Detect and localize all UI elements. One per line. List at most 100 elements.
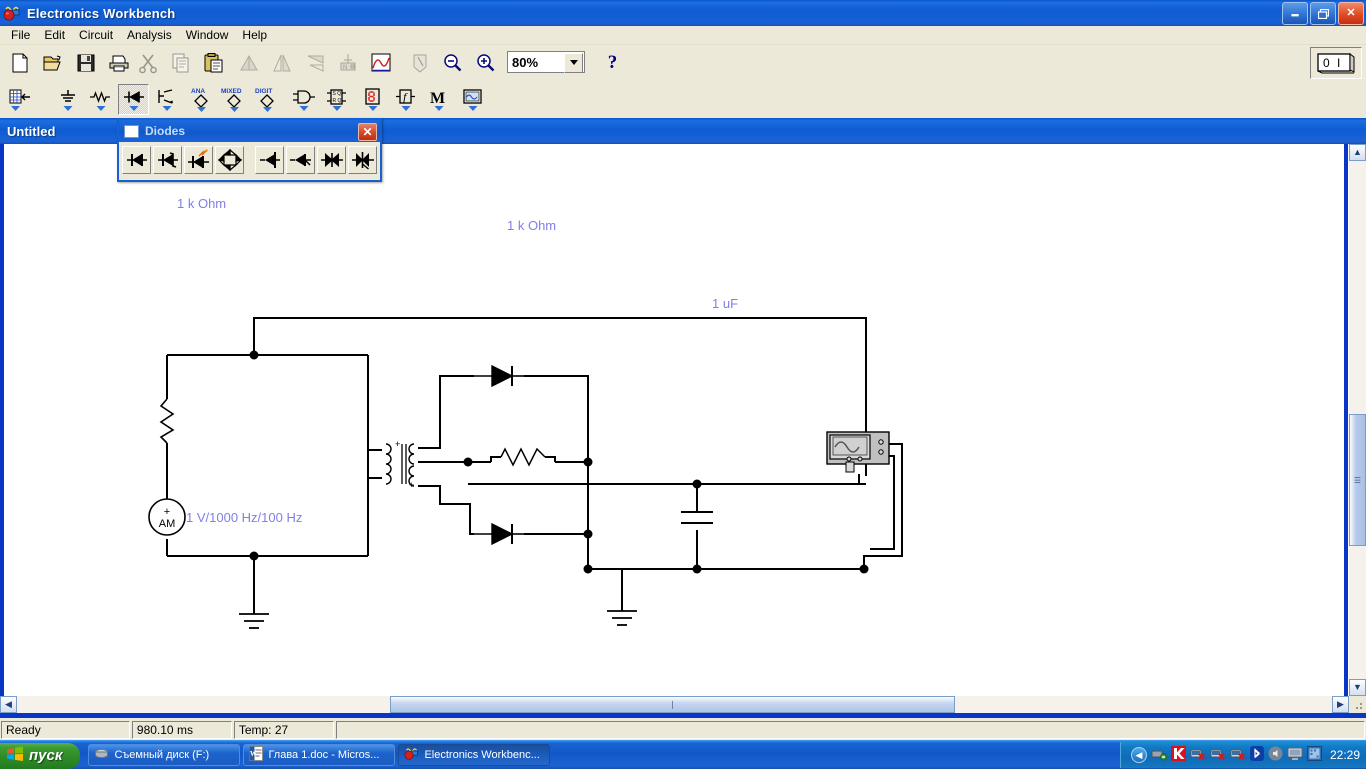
print-button[interactable]	[103, 47, 134, 78]
parts-bin-button[interactable]	[4, 84, 35, 115]
volume-icon[interactable]	[1268, 746, 1283, 764]
display-icon[interactable]	[1287, 747, 1303, 764]
diodes-palette-buttons	[119, 142, 380, 178]
minimize-button[interactable]: ━	[1282, 2, 1308, 25]
flip-vertical-button[interactable]	[299, 47, 330, 78]
svg-text:DIGIT: DIGIT	[255, 88, 272, 95]
am-source-plus: +	[164, 506, 170, 518]
menu-window[interactable]: Window	[179, 27, 236, 44]
show-hidden-icons-arrow[interactable]: ◀	[1131, 747, 1147, 763]
diodes-palette-title-bar[interactable]: Diodes ✕	[119, 120, 380, 142]
taskbar-item-removable-disk[interactable]: Съемный диск (F:)	[88, 744, 240, 766]
status-state: Ready	[1, 721, 130, 739]
window-title: Electronics Workbench	[27, 6, 175, 21]
taskbar-item-workbench[interactable]: Electronics Workbenc...	[398, 744, 550, 766]
help-button[interactable]: ?	[597, 47, 628, 78]
scroll-up-button[interactable]: ▲	[1349, 144, 1366, 161]
diodes-bin-button[interactable]	[118, 84, 149, 115]
indicators-bin-button[interactable]	[357, 84, 388, 115]
vertical-scroll-thumb[interactable]: ☰	[1349, 414, 1366, 546]
diodes-palette-window[interactable]: Diodes ✕	[117, 118, 382, 182]
save-file-button[interactable]	[70, 47, 101, 78]
scroll-left-button[interactable]: ◀	[0, 696, 17, 713]
zoom-in-button[interactable]	[470, 47, 501, 78]
shockley-diode-button[interactable]	[255, 146, 284, 174]
analysis-display-button[interactable]: 0 I	[1310, 47, 1362, 79]
zoom-level-value: 80%	[508, 55, 538, 70]
network-disconnected-1-icon[interactable]	[1190, 746, 1206, 764]
component-properties-button[interactable]	[405, 47, 436, 78]
triac-button[interactable]	[348, 146, 377, 174]
display-graphs-button[interactable]	[365, 47, 396, 78]
copy-button[interactable]	[165, 47, 196, 78]
horizontal-scroll-thumb[interactable]: ❘	[390, 696, 955, 713]
zener-diode-button[interactable]	[153, 146, 182, 174]
network-activity-icon[interactable]	[1307, 746, 1322, 764]
main-toolbar: N 80% ?	[0, 45, 1366, 83]
taskbar-item-word[interactable]: W Глава 1.doc - Micros...	[243, 744, 395, 766]
mixed-ics-bin-button[interactable]: MIXED	[218, 84, 249, 115]
chevron-down-icon[interactable]	[564, 53, 583, 73]
scr-button[interactable]	[286, 146, 315, 174]
zoom-out-button[interactable]	[437, 47, 468, 78]
digital-bin-button[interactable]: S Q R Q	[321, 84, 352, 115]
menu-file[interactable]: File	[4, 27, 37, 44]
open-file-button[interactable]	[37, 47, 68, 78]
workbench-logo-icon	[3, 4, 21, 22]
paste-button[interactable]	[198, 47, 229, 78]
zoom-level-combobox[interactable]: 80%	[507, 51, 585, 73]
resistor-r2-label: 1 k Ohm	[507, 218, 556, 233]
diac-button[interactable]	[317, 146, 346, 174]
network-disconnected-3-icon[interactable]	[1230, 746, 1246, 764]
miscellaneous-bin-button[interactable]: M	[423, 84, 454, 115]
full-wave-bridge-button[interactable]	[215, 146, 244, 174]
status-bar: Ready 980.10 ms Temp: 27	[0, 718, 1366, 740]
menu-edit[interactable]: Edit	[37, 27, 72, 44]
chevron-up-icon: ▲	[1353, 148, 1362, 157]
analog-ics-bin-button[interactable]: ANA	[185, 84, 216, 115]
scroll-down-button[interactable]: ▼	[1349, 679, 1366, 696]
document-title: Untitled	[7, 124, 55, 139]
create-subcircuit-button[interactable]: N	[332, 47, 363, 78]
taskbar-item-label: Съемный диск (F:)	[114, 749, 209, 761]
resize-grip[interactable]	[1349, 696, 1366, 713]
schematic-canvas[interactable]: 1 k Ohm + AM 1 V/1000 Hz/100 Hz	[4, 144, 1344, 696]
maximize-button[interactable]	[1310, 2, 1336, 25]
instruments-bin-button[interactable]	[457, 84, 488, 115]
logic-gates-bin-button[interactable]	[288, 84, 319, 115]
sources-bin-button[interactable]	[52, 84, 83, 115]
taskbar-clock[interactable]: 22:29	[1330, 748, 1360, 762]
start-button[interactable]: пуск	[0, 743, 80, 769]
workbench-logo-icon	[404, 746, 419, 764]
led-button[interactable]	[184, 146, 213, 174]
menu-circuit[interactable]: Circuit	[72, 27, 120, 44]
canvas-vertical-scrollbar[interactable]: ▲ ☰ ▼	[1348, 144, 1366, 696]
menu-analysis[interactable]: Analysis	[120, 27, 179, 44]
transistors-bin-button[interactable]	[151, 84, 182, 115]
menu-help[interactable]: Help	[235, 27, 274, 44]
new-file-button[interactable]	[4, 47, 35, 78]
network-disconnected-2-icon[interactable]	[1210, 746, 1226, 764]
grip-lines-icon: ❘	[669, 700, 676, 709]
safely-remove-hardware-icon[interactable]	[1151, 746, 1167, 764]
am-source-label: 1 V/1000 Hz/100 Hz	[186, 510, 302, 525]
scroll-right-button[interactable]: ▶	[1332, 696, 1349, 713]
kaspersky-antivirus-icon[interactable]	[1171, 746, 1186, 764]
window-controls: ━ ✕	[1282, 2, 1364, 25]
grip-lines-icon: ☰	[1354, 476, 1361, 485]
bluetooth-icon[interactable]	[1250, 746, 1264, 764]
diode-button[interactable]	[122, 146, 151, 174]
digital-ics-bin-button[interactable]: DIGIT	[251, 84, 282, 115]
close-button[interactable]: ✕	[1338, 2, 1364, 25]
basic-bin-button[interactable]	[85, 84, 116, 115]
ground-1	[239, 614, 269, 628]
rotate-button[interactable]	[233, 47, 264, 78]
cut-button[interactable]	[132, 47, 163, 78]
document-area: Untitled	[0, 118, 1366, 718]
controls-bin-button[interactable]: f	[390, 84, 421, 115]
diodes-palette-close-button[interactable]: ✕	[358, 123, 377, 141]
flip-horizontal-button[interactable]	[266, 47, 297, 78]
circuit-schematic[interactable]: 1 k Ohm + AM 1 V/1000 Hz/100 Hz	[4, 144, 1344, 696]
canvas-horizontal-scrollbar[interactable]: ◀ ❘ ▶	[0, 696, 1349, 713]
status-temperature: Temp: 27	[234, 721, 334, 739]
